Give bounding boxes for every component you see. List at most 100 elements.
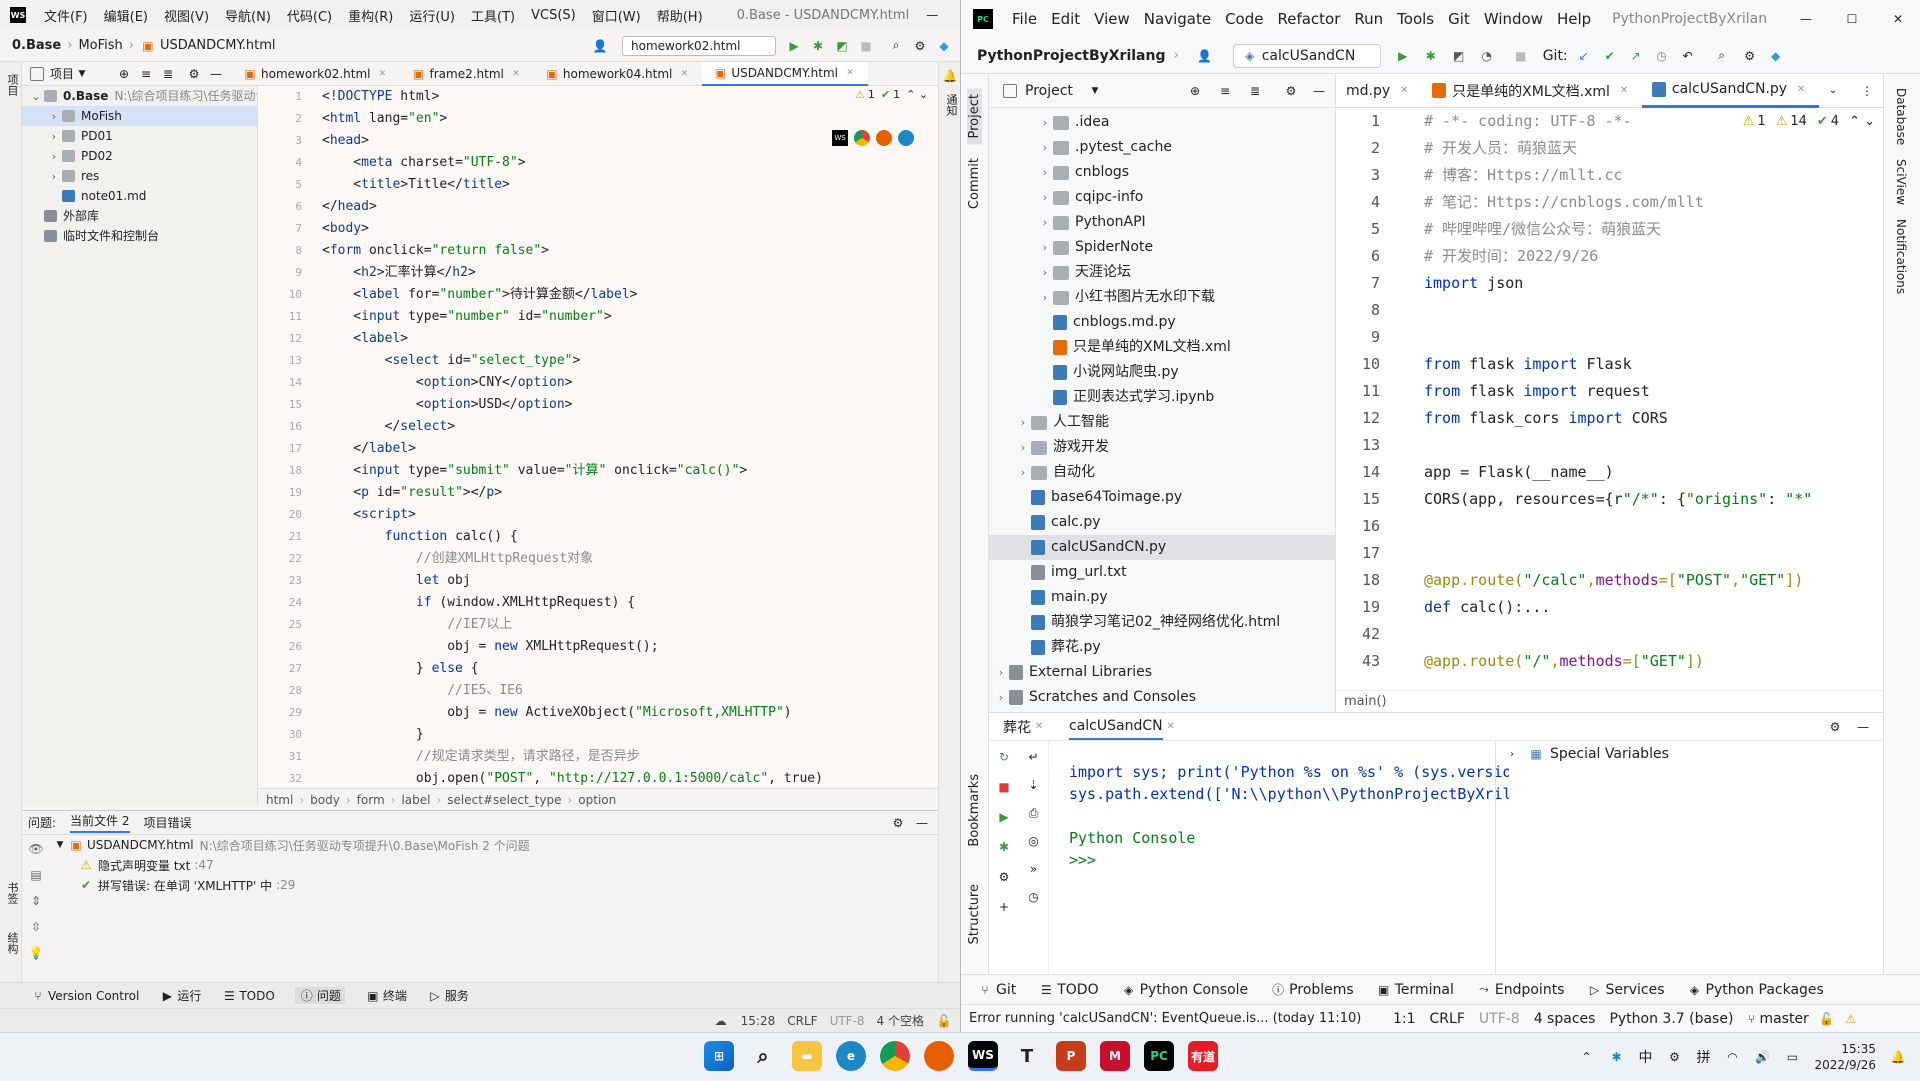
project-tool-tab[interactable]: 项目 [4,74,20,96]
code-line[interactable]: <html lang="en"> [322,108,823,130]
problem-item[interactable]: ✔ 拼写错误: 在单词 'XMLHTTP' 中:29 [78,875,938,895]
code-editor[interactable]: 1 2 3 4 5 6 7 8 9 10 11 12 13 14 15 16 17 18 19 20 21 22 23 24 2… [258,86,938,788]
chevron-right-icon[interactable]: › [1015,410,1031,435]
console-output[interactable]: import sys; print('Python %s on %s' % (s… [1069,761,1509,871]
notifications-tool-tab[interactable]: 通知 [943,94,959,116]
sciview-tool-tab[interactable]: SciView [1894,159,1908,205]
minimize-icon[interactable]: — [1783,11,1829,27]
tab-current-file[interactable]: 当前文件 2 [70,812,130,833]
git-push-icon[interactable]: ↗ [1628,48,1644,64]
menu-item[interactable]: Refactor [1270,10,1347,28]
code-line[interactable]: # 笔记：Https://cnblogs.com/mllt [1424,189,1812,216]
code-line[interactable]: @app.route("/calc",methods=["POST","GET"… [1424,567,1812,594]
project-view-label[interactable]: 项目 [50,65,74,82]
status-message[interactable]: Error running 'calcUSandCN': EventQueue.… [969,1011,1383,1026]
menu-item[interactable]: View [1087,10,1137,28]
close-tab-icon[interactable]: ✕ [508,66,524,82]
close-tab-icon[interactable]: ✕ [842,65,858,81]
notifications-icon[interactable]: 🔔 [942,68,958,84]
battery-icon[interactable]: ▭ [1784,1049,1800,1065]
file-encoding[interactable]: UTF-8 [1479,1011,1520,1027]
breadcrumb-0[interactable]: 0.Base [12,38,61,53]
tool-window-button[interactable]: ▷ Services [1586,982,1665,998]
menu-item[interactable]: 窗口(W) [584,6,649,25]
indent-setting[interactable]: 4 个空格 [877,1012,924,1029]
chevron-right-icon[interactable]: › [1037,110,1053,135]
tree-item[interactable]: › 人工智能 [989,410,1335,435]
menu-item[interactable]: 文件(F) [36,6,96,25]
tree-item[interactable]: › .idea [989,110,1335,135]
hide-panel-icon[interactable]: — [914,815,930,831]
hide-panel-icon[interactable]: — [1311,83,1327,99]
code-line[interactable]: </head> [322,196,823,218]
menu-item[interactable]: Run [1347,10,1390,28]
menu-item[interactable]: 代码(C) [279,6,340,25]
code-line[interactable] [1424,540,1812,567]
menu-item[interactable]: VCS(S) [523,8,584,23]
database-tool-tab[interactable]: Database [1894,88,1908,145]
breadcrumb-1[interactable]: MoFish [78,38,122,53]
more-icon[interactable]: ⋮ [1859,83,1875,99]
menu-item[interactable]: 编辑(E) [96,6,156,25]
tree-item[interactable]: 只是单纯的XML文档.xml [989,335,1335,360]
interpreter[interactable]: Python 3.7 (base) [1609,1011,1733,1027]
function-breadcrumb[interactable]: main() [1344,694,1387,709]
code-line[interactable]: obj = new ActiveXObject("Microsoft,XMLHT… [322,702,823,724]
user-icon[interactable]: 👤 [1197,48,1213,64]
git-branch[interactable]: master [1759,1011,1808,1027]
youdao-icon[interactable]: 有道 [1188,1041,1218,1071]
filter-icon[interactable]: ▤ [28,867,44,883]
tree-item[interactable]: 萌狼学习笔记02_神经网络优化.html [989,610,1335,635]
menu-item[interactable]: 导航(N) [217,6,279,25]
menu-item[interactable]: Tools [1390,10,1441,28]
chevron-right-icon[interactable]: › [46,164,62,189]
cloud-icon[interactable]: ☁ [713,1013,729,1029]
tree-item[interactable]: calc.py [989,510,1335,535]
breadcrumb-2[interactable]: USDANDCMY.html [160,38,276,53]
scroll-to-end-icon[interactable]: ⇣ [1026,777,1042,793]
tool-window-button[interactable]: ▣ Terminal [1376,982,1454,998]
code-line[interactable]: <meta charset="UTF-8"> [322,152,823,174]
code-line[interactable] [1424,432,1812,459]
tool-window-button[interactable]: ⑂ Version Control [30,988,139,1004]
locate-icon[interactable]: ⊕ [1187,83,1203,99]
expand-all-icon[interactable]: ≡ [138,66,154,82]
code-line[interactable]: <option>USD</option> [322,394,823,416]
project-tool-tab[interactable]: Project [967,88,982,145]
project-name[interactable]: PythonProjectByXrilang [977,48,1166,64]
coverage-icon[interactable]: ◩ [1451,48,1467,64]
close-tab-icon[interactable]: ✕ [1616,83,1632,99]
minimize-icon[interactable]: — [909,7,955,23]
chevron-right-icon[interactable]: › [1037,235,1053,260]
structure-tool-tab[interactable]: Structure [967,884,982,944]
expand-all-icon[interactable]: ≡ [1217,83,1233,99]
inspection-widget[interactable]: ⚠ 1 ✔ 1 ⌃ ⌄ [855,88,928,101]
notifications-tool-tab[interactable]: Notifications [1894,219,1908,294]
code-line[interactable]: from flask_cors import CORS [1424,405,1812,432]
chevron-right-icon[interactable]: › [1037,285,1053,310]
code-line[interactable]: <input type="submit" value="计算" onclick=… [322,460,823,482]
chevron-down-icon[interactable]: ▼ [1087,83,1103,99]
tree-item[interactable]: › .pytest_cache [989,135,1335,160]
hide-panel-icon[interactable]: — [208,66,224,82]
code-line[interactable]: # 哔哩哔哩/微信公众号：萌狼蓝天 [1424,216,1812,243]
warning-icon[interactable]: ⚠ [1843,1011,1859,1027]
wifi-icon[interactable]: ◠ [1724,1049,1740,1065]
code-line[interactable]: <label for="number">待计算金额</label> [322,284,823,306]
gear-icon[interactable]: ⚙ [890,815,906,831]
git-commit-icon[interactable]: ✔ [1602,48,1618,64]
close-tab-icon[interactable]: ✕ [1163,719,1179,735]
tab-project-errors[interactable]: 项目错误 [144,814,192,831]
tool-window-button[interactable]: ☰ TODO [221,988,275,1004]
tree-item[interactable]: › PythonAPI [989,210,1335,235]
editor-breadcrumb-item[interactable]: option [578,793,616,807]
commit-tool-tab[interactable]: Commit [967,158,982,209]
windows-start-icon[interactable]: ⊞ [704,1041,734,1071]
run-config-select[interactable]: ◈ calcUSandCN [1232,43,1381,68]
chevron-right-icon[interactable]: › [1037,210,1053,235]
project-view-label[interactable]: Project [1025,83,1073,99]
special-variables[interactable]: Special Variables [1550,746,1669,762]
code-line[interactable]: from flask import Flask [1424,351,1812,378]
chevron-right-icon[interactable]: › [993,660,1009,685]
volume-icon[interactable]: 🔊 [1754,1049,1770,1065]
